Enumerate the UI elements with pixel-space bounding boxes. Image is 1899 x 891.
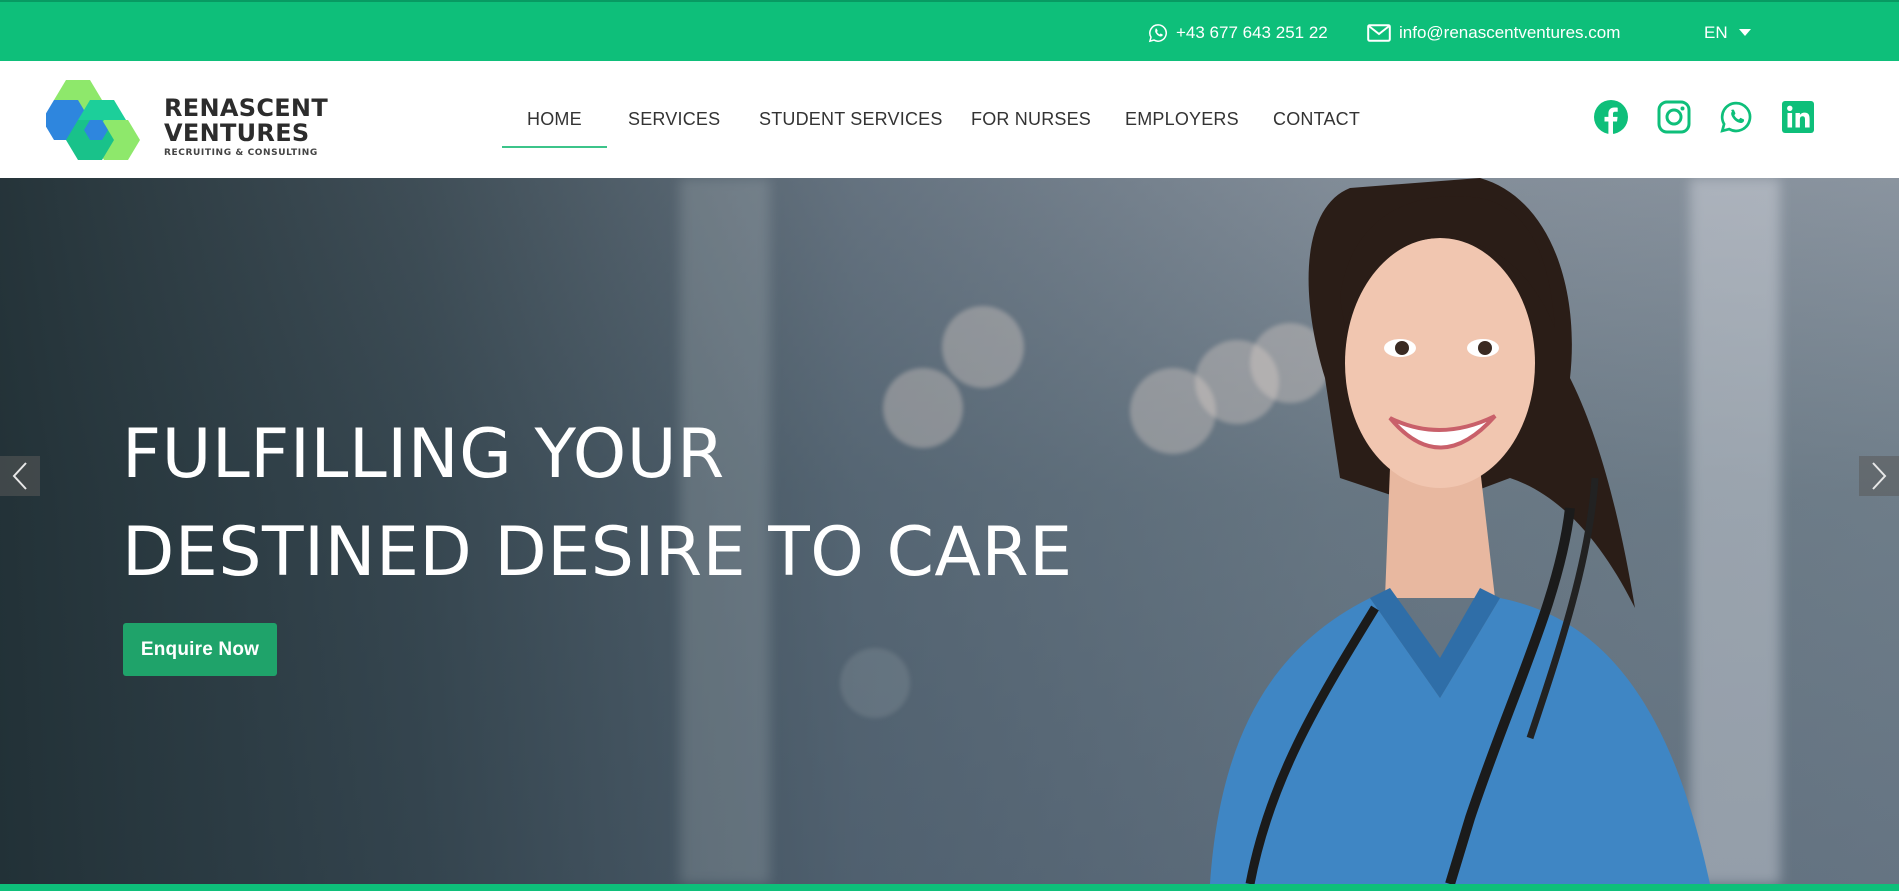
envelope-icon [1367, 23, 1391, 42]
hero-headline-line-1: FULFILLING YOUR [122, 415, 725, 494]
language-label: EN [1704, 22, 1728, 42]
whatsapp-icon [1720, 101, 1752, 133]
nav-item-student-services[interactable]: STUDENT SERVICES [759, 61, 943, 178]
top-contact-bar: +43 677 643 251 22 info@renascentventure… [0, 0, 1899, 61]
site-header: RENASCENT VENTURES RECRUITING & CONSULTI… [0, 61, 1899, 178]
email-contact[interactable]: info@renascentventures.com [1367, 2, 1620, 63]
instagram-icon [1657, 100, 1691, 134]
hero-slider: FULFILLING YOUR DESTINED DESIRE TO CARE … [0, 178, 1899, 884]
nav-item-for-nurses[interactable]: FOR NURSES [971, 61, 1091, 178]
linkedin-icon [1782, 101, 1814, 133]
hero-headline: FULFILLING YOUR DESTINED DESIRE TO CARE [122, 406, 1073, 602]
whatsapp-link[interactable] [1716, 97, 1756, 137]
facebook-link[interactable] [1591, 97, 1631, 137]
language-selector[interactable]: EN [1704, 2, 1751, 63]
slider-prev-button[interactable] [0, 456, 40, 496]
phone-number: +43 677 643 251 22 [1176, 22, 1328, 42]
chevron-down-icon [1738, 29, 1751, 36]
bokeh-light [840, 648, 910, 718]
section-divider [0, 884, 1899, 891]
phone-contact[interactable]: +43 677 643 251 22 [1148, 2, 1328, 63]
nav-item-employers[interactable]: EMPLOYERS [1125, 61, 1239, 178]
chevron-right-icon [1872, 462, 1887, 490]
email-address: info@renascentventures.com [1399, 22, 1621, 42]
slider-next-button[interactable] [1859, 456, 1899, 496]
instagram-link[interactable] [1654, 97, 1694, 137]
nurse-photo [1210, 178, 1710, 884]
facebook-icon [1594, 100, 1628, 134]
whatsapp-icon [1148, 23, 1167, 42]
enquire-now-button[interactable]: Enquire Now [123, 623, 277, 676]
linkedin-link[interactable] [1778, 97, 1818, 137]
nav-item-services[interactable]: SERVICES [628, 61, 720, 178]
hero-headline-line-2: DESTINED DESIRE TO CARE [122, 513, 1073, 592]
nav-item-home[interactable]: HOME [502, 61, 607, 178]
chevron-left-icon [12, 462, 27, 490]
nav-item-contact[interactable]: CONTACT [1273, 61, 1360, 178]
bokeh-light [942, 306, 1024, 388]
